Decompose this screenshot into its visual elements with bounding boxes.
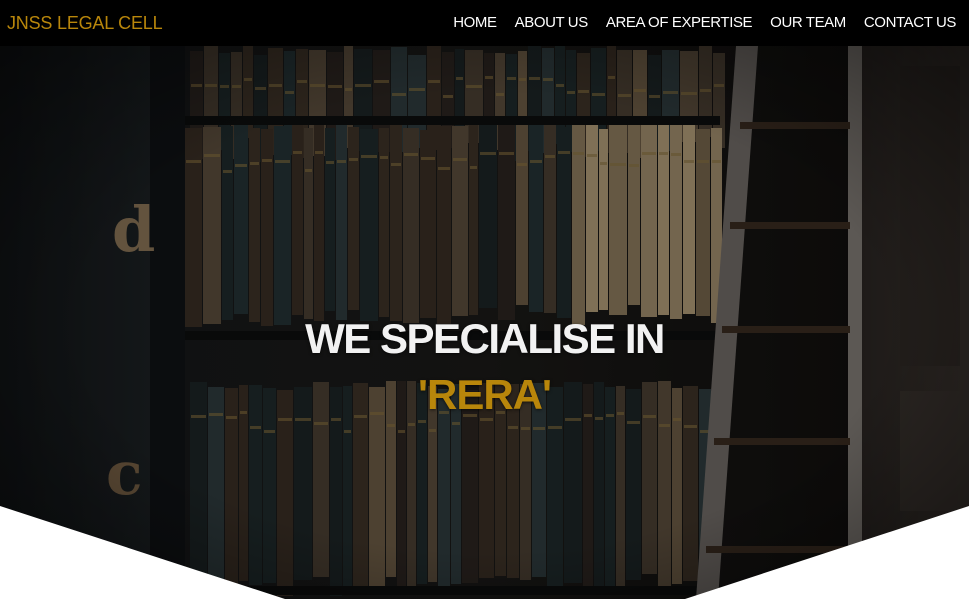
nav-item-home[interactable]: HOME (453, 14, 497, 31)
navbar: JNSS LEGAL CELL HOME ABOUT US AREA OF EX… (0, 0, 969, 46)
nav-item-area-of-expertise[interactable]: AREA OF EXPERTISE (606, 14, 753, 31)
nav-item-about-us[interactable]: ABOUT US (515, 14, 589, 31)
hero-highlight-text: 'RERA' (418, 371, 552, 418)
nav-menu: HOME ABOUT US AREA OF EXPERTISE OUR TEAM… (453, 14, 956, 32)
page: JNSS LEGAL CELL HOME ABOUT US AREA OF EX… (0, 0, 969, 599)
hero-section: d c WE SPECIALISE IN 'RERA' (0, 46, 969, 599)
brand-logo[interactable]: JNSS LEGAL CELL (7, 13, 163, 34)
hero-heading: WE SPECIALISE IN (305, 315, 665, 362)
nav-item-contact-us[interactable]: CONTACT US (864, 14, 957, 31)
nav-item-our-team[interactable]: OUR TEAM (770, 14, 846, 31)
